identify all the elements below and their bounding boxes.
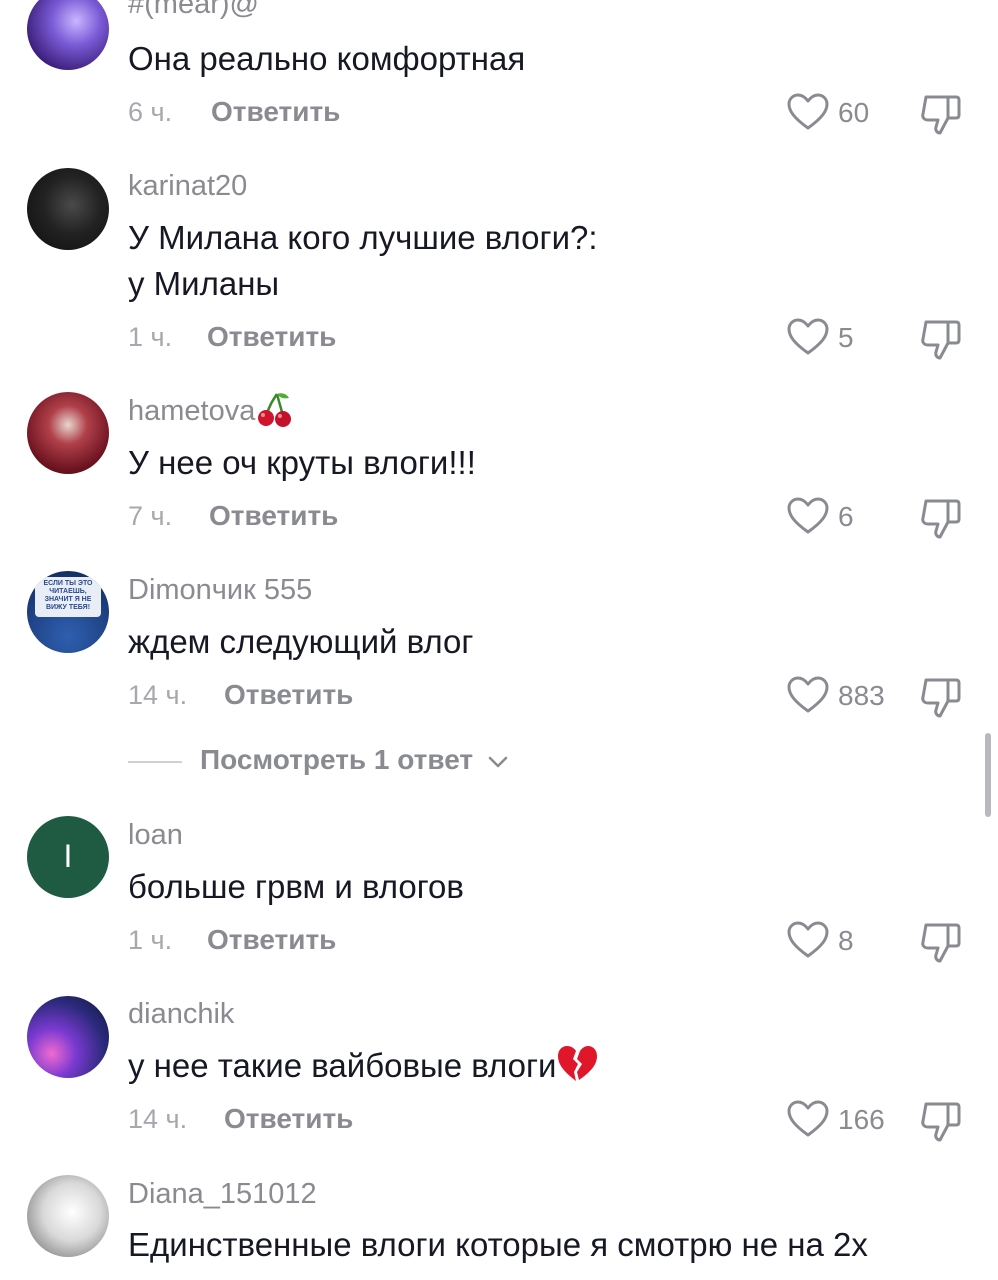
comment-text: У Милана кого лучшие влоги?: у Миланы (128, 219, 598, 302)
avatar[interactable]: ЕСЛИ ТЫ ЭТО ЧИТАЕШЬ, ЗНАЧИТ Я НЕ ВИЖУ ТЕ… (27, 571, 109, 653)
replies-divider (128, 761, 182, 763)
reply-button[interactable]: Ответить (211, 96, 340, 128)
avatar[interactable] (27, 1175, 109, 1257)
avatar[interactable] (27, 392, 109, 474)
comment-text: Она реально комфортная (128, 40, 526, 77)
comment-username[interactable]: Dimonчик 555 (128, 574, 312, 607)
username-text: hametova (128, 395, 256, 427)
comment-text: больше грвм и влогов (128, 868, 464, 905)
dislike-icon[interactable] (918, 675, 964, 719)
reply-button[interactable]: Ответить (224, 679, 353, 711)
broken-heart-emoji (558, 1046, 598, 1082)
like-count: 6 (838, 501, 854, 532)
comment-time: 14 ч. (128, 1104, 188, 1134)
heart-icon[interactable] (786, 675, 830, 715)
like-count: 8 (838, 925, 854, 956)
reply-button[interactable]: Ответить (209, 500, 338, 532)
comment-text: ждем следующий влог (128, 623, 474, 660)
heart-icon[interactable] (786, 317, 830, 357)
comment-username[interactable]: hametova (128, 393, 293, 428)
avatar[interactable]: I (27, 816, 109, 898)
dislike-icon[interactable] (918, 496, 964, 540)
avatar-sign-text: ЕСЛИ ТЫ ЭТО ЧИТАЕШЬ, ЗНАЧИТ Я НЕ ВИЖУ ТЕ… (43, 580, 93, 611)
comment-username[interactable]: Diana_151012 (128, 1178, 317, 1211)
comment-time: 1 ч. (128, 925, 173, 955)
dislike-icon[interactable] (918, 317, 964, 361)
heart-icon[interactable] (786, 496, 830, 536)
comment-username[interactable]: #(mear)@ (128, 0, 259, 21)
comment-username[interactable]: dianchik (128, 998, 234, 1031)
comment-time: 1 ч. (128, 322, 173, 352)
comment-username[interactable]: karinat20 (128, 170, 247, 203)
comment-text-content: у нее такие вайбовые влоги (128, 1047, 557, 1084)
comment-username[interactable]: loan (128, 819, 183, 852)
like-count: 5 (838, 322, 854, 353)
like-count: 166 (838, 1104, 885, 1135)
heart-icon[interactable] (786, 1099, 830, 1139)
heart-icon[interactable] (786, 92, 830, 132)
scrollbar[interactable] (985, 733, 991, 817)
comment-time: 6 ч. (128, 97, 173, 127)
avatar-sign: ЕСЛИ ТЫ ЭТО ЧИТАЕШЬ, ЗНАЧИТ Я НЕ ВИЖУ ТЕ… (35, 577, 101, 617)
comment-text: у нее такие вайбовые влоги (128, 1043, 948, 1089)
like-count: 60 (838, 97, 870, 128)
comment-text: Единственные влоги которые я смотрю не н… (128, 1226, 868, 1263)
cherry-emoji (258, 393, 292, 428)
comment-time: 7 ч. (128, 501, 173, 531)
comment-time: 14 ч. (128, 680, 188, 710)
heart-icon[interactable] (786, 920, 830, 960)
avatar[interactable] (27, 996, 109, 1078)
avatar[interactable] (27, 168, 109, 250)
view-replies-button[interactable]: Посмотреть 1 ответ (200, 744, 473, 776)
chevron-down-icon[interactable] (486, 750, 510, 774)
reply-button[interactable]: Ответить (207, 321, 336, 353)
like-count: 883 (838, 680, 885, 711)
reply-button[interactable]: Ответить (207, 924, 336, 956)
avatar-letter: I (63, 838, 73, 874)
dislike-icon[interactable] (918, 920, 964, 964)
comment-text: У нее оч круты влоги!!! (128, 444, 476, 481)
dislike-icon[interactable] (918, 1099, 964, 1143)
dislike-icon[interactable] (918, 92, 964, 136)
reply-button[interactable]: Ответить (224, 1103, 353, 1135)
avatar[interactable] (27, 0, 109, 70)
